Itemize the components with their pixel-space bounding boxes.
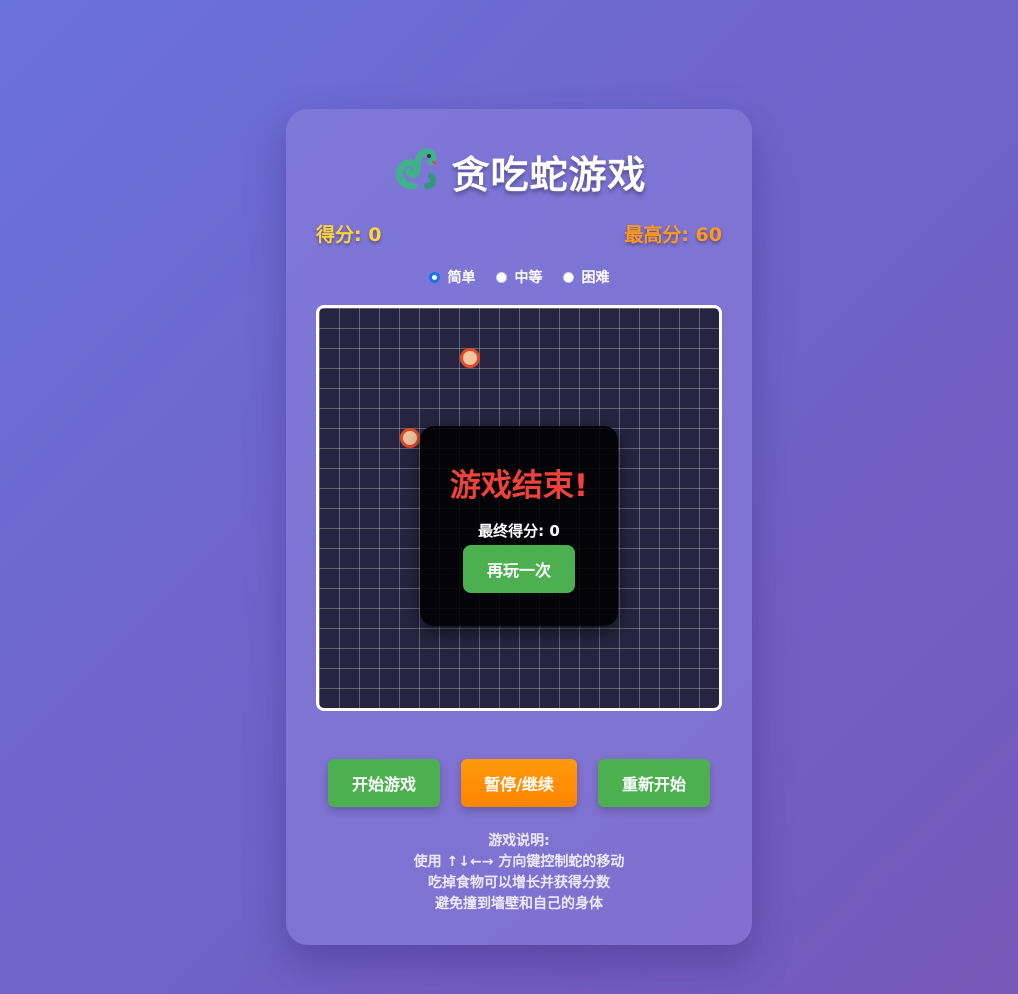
- game-board[interactable]: 游戏结束! 最终得分: 0 再玩一次: [316, 305, 722, 711]
- game-over-dialog: 游戏结束! 最终得分: 0 再玩一次: [420, 426, 618, 626]
- snake-icon: [391, 146, 439, 196]
- final-score-value: 0: [549, 522, 560, 540]
- final-score-label: 最终得分: [478, 522, 539, 540]
- difficulty-option-medium[interactable]: 中等: [495, 266, 543, 288]
- difficulty-label-hard: 困难: [581, 270, 610, 286]
- radio-hard[interactable]: [562, 271, 574, 283]
- difficulty-selector: 简单 中等 困难: [286, 266, 752, 288]
- restart-button[interactable]: 重新开始: [598, 759, 710, 807]
- pause-resume-button[interactable]: 暂停/继续: [461, 759, 577, 807]
- game-card: 贪吃蛇游戏 得分: 0 最高分: 60 简单 中等 困难 游戏结束! 最终得分:…: [286, 109, 752, 945]
- food-item: [400, 428, 420, 448]
- game-over-title: 游戏结束!: [449, 468, 589, 504]
- difficulty-option-easy[interactable]: 简单: [428, 266, 476, 288]
- radio-easy[interactable]: [428, 271, 440, 283]
- start-game-button[interactable]: 开始游戏: [328, 759, 440, 807]
- instructions-line-2: 吃掉食物可以增长并获得分数: [428, 875, 610, 891]
- instructions-title: 游戏说明:: [488, 833, 550, 849]
- score-display: 得分: 0: [316, 224, 382, 246]
- play-again-button[interactable]: 再玩一次: [463, 545, 575, 593]
- difficulty-option-hard[interactable]: 困难: [562, 266, 610, 288]
- radio-medium[interactable]: [495, 271, 507, 283]
- food-item: [460, 348, 480, 368]
- difficulty-label-easy: 简单: [447, 270, 476, 286]
- instructions: 游戏说明: 使用 ↑↓←→ 方向键控制蛇的移动 吃掉食物可以增长并获得分数 避免…: [286, 831, 752, 915]
- best-score-display: 最高分: 60: [624, 224, 722, 246]
- instructions-line-3: 避免撞到墙壁和自己的身体: [435, 896, 603, 912]
- instructions-line-1: 使用 ↑↓←→ 方向键控制蛇的移动: [413, 854, 625, 870]
- final-score: 最终得分: 0: [478, 522, 560, 540]
- difficulty-label-medium: 中等: [514, 270, 543, 286]
- page-title: 贪吃蛇游戏: [451, 152, 647, 197]
- title-row: 贪吃蛇游戏: [286, 146, 752, 197]
